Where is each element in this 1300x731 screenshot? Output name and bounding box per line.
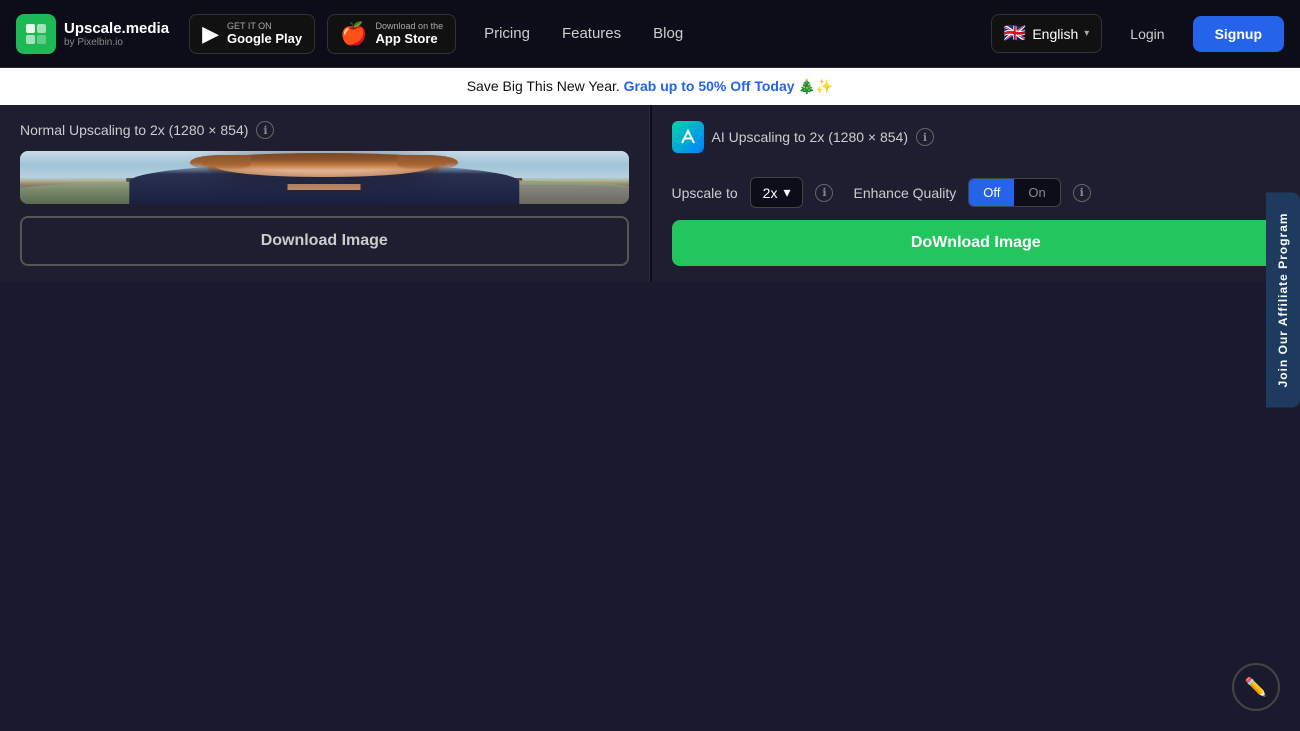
left-panel-header: Normal Upscaling to 2x (1280 × 854) ℹ xyxy=(20,121,629,139)
app-store-badge[interactable]: 🍎 Download on the App Store xyxy=(327,14,456,54)
enhance-off-button[interactable]: Off xyxy=(969,179,1014,206)
panels-wrapper: Normal Upscaling to 2x (1280 × 854) ℹ xyxy=(0,105,1300,282)
left-image-container xyxy=(20,151,629,204)
nav-link-blog[interactable]: Blog xyxy=(653,25,683,42)
app-store-small-text: Download on the xyxy=(376,21,444,31)
left-panel: Normal Upscaling to 2x (1280 × 854) ℹ xyxy=(0,105,650,282)
right-info-icon[interactable]: ℹ xyxy=(916,128,934,146)
navbar: Upscale.media by Pixelbin.io ▶ GET IT ON… xyxy=(0,0,1300,68)
affiliate-sidebar[interactable]: Join Our Affiliate Program xyxy=(1266,193,1300,408)
left-download-button[interactable]: Download Image xyxy=(20,216,629,266)
upscale-label: Upscale to xyxy=(672,185,738,201)
promo-banner: Save Big This New Year. Grab up to 50% O… xyxy=(0,68,1300,105)
nav-right: 🇬🇧 English ▾ Login Signup xyxy=(991,14,1284,53)
logo-text: Upscale.media xyxy=(64,20,169,37)
enhance-on-button[interactable]: On xyxy=(1014,179,1059,206)
ai-badge-icon xyxy=(672,121,704,153)
nav-link-features[interactable]: Features xyxy=(562,25,621,42)
dropdown-chevron-icon: ▾ xyxy=(783,184,790,201)
left-info-icon[interactable]: ℹ xyxy=(256,121,274,139)
chat-bubble[interactable]: ✏️ xyxy=(1232,663,1280,711)
chevron-down-icon: ▾ xyxy=(1084,28,1089,39)
enhance-label: Enhance Quality xyxy=(853,185,956,201)
left-portrait-image xyxy=(20,151,629,204)
google-play-small-text: GET IT ON xyxy=(227,21,302,31)
logo-subtext: by Pixelbin.io xyxy=(64,37,169,48)
language-label: English xyxy=(1032,26,1078,42)
login-button[interactable]: Login xyxy=(1114,18,1180,50)
right-panel: AI Upscaling to 2x (1280 × 854) ℹ xyxy=(652,105,1300,282)
chat-icon: ✏️ xyxy=(1245,677,1267,698)
signup-button[interactable]: Signup xyxy=(1193,16,1284,52)
logo-icon xyxy=(16,14,56,54)
nav-links: Pricing Features Blog xyxy=(484,25,979,42)
google-play-icon: ▶ xyxy=(202,21,219,47)
scale-info-icon[interactable]: ℹ xyxy=(815,184,833,202)
promo-link[interactable]: Grab up to 50% Off Today 🎄✨ xyxy=(624,78,834,94)
enhance-toggle-group: Off On xyxy=(968,178,1060,207)
scale-value: 2x xyxy=(763,185,778,201)
apple-icon: 🍎 xyxy=(340,21,367,47)
google-play-large-text: Google Play xyxy=(227,31,302,46)
right-download-button[interactable]: DoWnload Image xyxy=(672,220,1281,266)
language-selector[interactable]: 🇬🇧 English ▾ xyxy=(991,14,1102,53)
scale-dropdown[interactable]: 2x ▾ xyxy=(750,177,804,208)
logo-area[interactable]: Upscale.media by Pixelbin.io xyxy=(16,14,169,54)
google-play-badge[interactable]: ▶ GET IT ON Google Play xyxy=(189,14,315,54)
nav-link-pricing[interactable]: Pricing xyxy=(484,25,530,42)
right-panel-header: AI Upscaling to 2x (1280 × 854) ℹ xyxy=(672,121,1281,153)
flag-icon: 🇬🇧 xyxy=(1004,23,1026,44)
promo-text: Save Big This New Year. xyxy=(467,78,620,94)
left-panel-title: Normal Upscaling to 2x (1280 × 854) xyxy=(20,122,248,138)
app-store-large-text: App Store xyxy=(376,31,444,46)
enhance-info-icon[interactable]: ℹ xyxy=(1073,184,1091,202)
right-panel-title: AI Upscaling to 2x (1280 × 854) xyxy=(712,129,909,145)
right-panel-controls: Upscale to 2x ▾ ℹ Enhance Quality Off On… xyxy=(672,177,1281,208)
